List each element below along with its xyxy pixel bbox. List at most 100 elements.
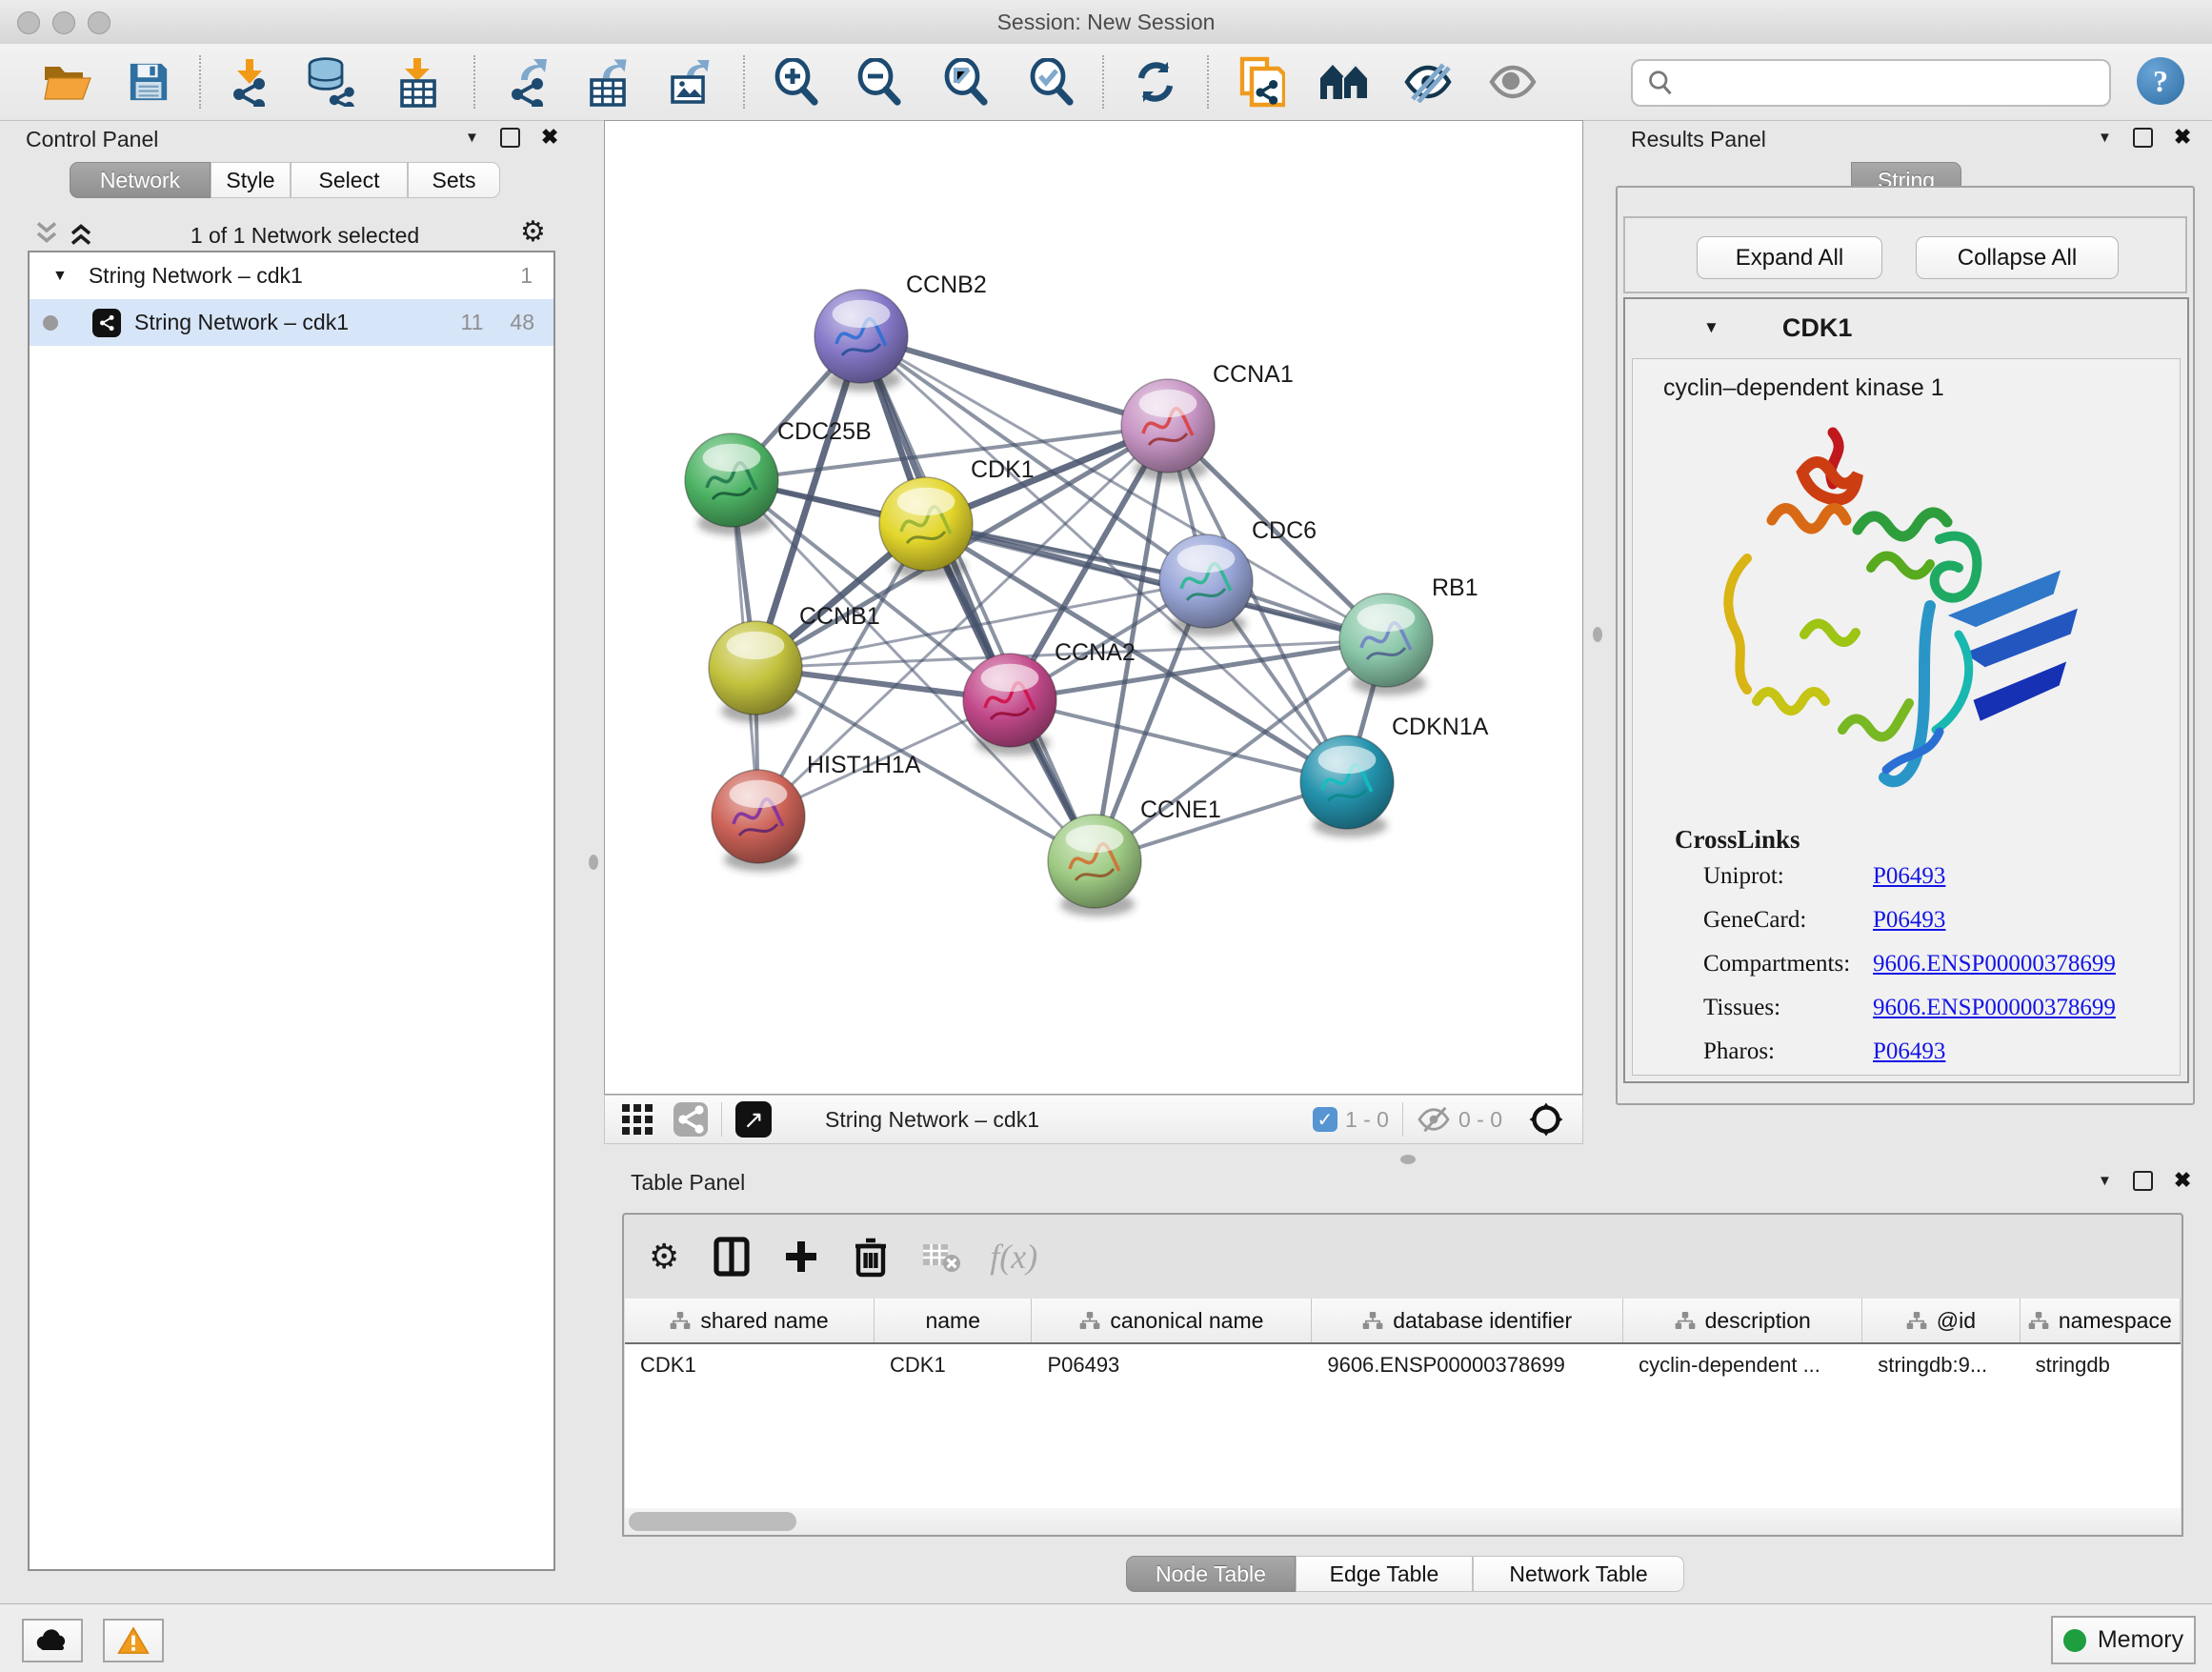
tab-network[interactable]: Network	[70, 162, 211, 198]
collapse-triangle-icon[interactable]: ▼	[52, 268, 68, 285]
column-label: @id	[1937, 1308, 1976, 1334]
eye-slash-icon	[1403, 61, 1453, 103]
table-cell[interactable]: 9606.ENSP00000378699	[1312, 1353, 1623, 1378]
node-HIST1H1A[interactable]: HIST1H1A	[712, 752, 921, 872]
crosslink-row: GeneCard:P06493	[1633, 898, 2180, 942]
table-cell[interactable]: cyclin-dependent ...	[1623, 1353, 1862, 1378]
protein-name: CDK1	[1782, 313, 1853, 343]
crosslink-value-link[interactable]: P06493	[1873, 907, 1945, 934]
column-header-canonical-name[interactable]: canonical name	[1032, 1299, 1312, 1342]
collapse-all-tree-button[interactable]	[32, 219, 61, 248]
grid-view-icon[interactable]	[620, 1102, 654, 1137]
help-button[interactable]: ?	[2137, 57, 2184, 105]
zoom-in-icon	[774, 58, 819, 106]
right-splitter-handle[interactable]	[1593, 627, 1602, 642]
network-collection-row[interactable]: ▼ String Network – cdk1 1	[30, 252, 553, 299]
panel-menu-icon[interactable]: ▼	[2098, 130, 2112, 146]
table-row[interactable]: CDK1CDK1P064939606.ENSP00000378699cyclin…	[625, 1344, 2181, 1386]
node-CDKN1A[interactable]: CDKN1A	[1300, 714, 1489, 837]
node-RB1[interactable]: RB1	[1339, 574, 1478, 695]
tab-node-table[interactable]: Node Table	[1126, 1556, 1296, 1592]
copy-network-button[interactable]	[1228, 50, 1295, 113]
warnings-button[interactable]	[103, 1619, 164, 1662]
import-network-file-button[interactable]	[216, 50, 283, 113]
zoom-fit-icon	[943, 58, 989, 106]
import-network-database-button[interactable]	[298, 50, 365, 113]
network-options-gear-icon[interactable]: ⚙	[520, 215, 546, 249]
show-all-button[interactable]	[1479, 50, 1546, 113]
open-session-button[interactable]	[34, 50, 101, 113]
scrollbar-thumb[interactable]	[629, 1512, 796, 1531]
tab-edge-table[interactable]: Edge Table	[1296, 1556, 1473, 1592]
network-canvas[interactable]: CCNB2CCNA1CDC25BCDK1CDC6RB1CCNB1CCNA2CDK…	[604, 120, 1583, 1095]
delete-table-icon[interactable]	[921, 1240, 961, 1273]
export-table-button[interactable]	[576, 50, 643, 113]
show-columns-icon[interactable]	[714, 1237, 750, 1277]
edge-CCNB2-CCNA1[interactable]	[861, 336, 1168, 426]
left-splitter-handle[interactable]	[589, 855, 598, 870]
collapse-triangle-icon[interactable]: ▼	[1703, 318, 1719, 337]
network-row-selected[interactable]: String Network – cdk1 11 48	[30, 299, 553, 346]
export-image-button[interactable]	[658, 50, 725, 113]
birdseye-toggle-icon[interactable]	[1527, 1100, 1565, 1138]
close-panel-icon[interactable]: ✖	[541, 125, 558, 150]
table-settings-gear-icon[interactable]: ⚙	[649, 1237, 679, 1277]
collapse-all-button[interactable]: Collapse All	[1916, 236, 2119, 279]
memory-button[interactable]: Memory	[2051, 1616, 2196, 1664]
table-cell[interactable]: stringdb:9...	[1862, 1353, 2020, 1378]
panel-menu-icon[interactable]: ▼	[465, 130, 479, 146]
add-column-icon[interactable]	[782, 1238, 820, 1276]
open-view-icon[interactable]: ↗	[735, 1101, 772, 1138]
float-panel-icon[interactable]	[2133, 128, 2153, 148]
column-header-database-identifier[interactable]: database identifier	[1312, 1299, 1623, 1342]
cloud-button[interactable]	[22, 1619, 83, 1662]
crosslink-label: Tissues:	[1703, 995, 1873, 1021]
float-panel-icon[interactable]	[2133, 1171, 2153, 1191]
bottom-splitter-handle[interactable]	[1400, 1155, 1416, 1164]
close-panel-icon[interactable]: ✖	[2174, 125, 2191, 150]
share-view-icon[interactable]	[674, 1102, 708, 1137]
column-header-namespace[interactable]: namespace	[2021, 1299, 2181, 1342]
zoom-fit-button[interactable]	[933, 50, 999, 113]
column-header-@id[interactable]: @id	[1862, 1299, 2020, 1342]
panel-menu-icon[interactable]: ▼	[2098, 1173, 2112, 1189]
crosslink-value-link[interactable]: 9606.ENSP00000378699	[1873, 951, 2116, 977]
column-header-name[interactable]: name	[875, 1299, 1032, 1342]
expand-all-tree-button[interactable]	[67, 219, 95, 248]
table-cell[interactable]: P06493	[1032, 1353, 1312, 1378]
zoom-selected-button[interactable]	[1018, 50, 1085, 113]
tab-style[interactable]: Style	[211, 162, 291, 198]
expand-all-button[interactable]: Expand All	[1697, 236, 1882, 279]
table-cell[interactable]: CDK1	[875, 1353, 1032, 1378]
zoom-out-button[interactable]	[846, 50, 913, 113]
horizontal-scrollbar[interactable]	[625, 1508, 2181, 1535]
network-tree: ▼ String Network – cdk1 1 String Network…	[28, 251, 555, 1571]
table-cell[interactable]: stringdb	[2021, 1353, 2181, 1378]
column-header-description[interactable]: description	[1623, 1299, 1862, 1342]
float-panel-icon[interactable]	[500, 128, 520, 148]
search-input[interactable]	[1684, 70, 2109, 96]
tab-sets[interactable]: Sets	[408, 162, 500, 198]
crosslink-value-link[interactable]: P06493	[1873, 863, 1945, 890]
tab-network-table[interactable]: Network Table	[1473, 1556, 1684, 1592]
network-graph[interactable]: CCNB2CCNA1CDC25BCDK1CDC6RB1CCNB1CCNA2CDK…	[605, 121, 1582, 1094]
table-cell[interactable]: CDK1	[625, 1353, 875, 1378]
column-header-shared-name[interactable]: shared name	[625, 1299, 875, 1342]
refresh-layout-button[interactable]	[1122, 50, 1189, 113]
export-network-button[interactable]	[496, 50, 563, 113]
hide-unselected-button[interactable]	[1395, 50, 1461, 113]
edge-CCNB2-CCNE1[interactable]	[861, 336, 1095, 861]
save-session-button[interactable]	[115, 50, 182, 113]
delete-column-trash-icon[interactable]	[853, 1236, 889, 1278]
tab-select[interactable]: Select	[291, 162, 408, 198]
function-builder-icon[interactable]: f(x)	[990, 1237, 1037, 1277]
selected-checkbox-icon[interactable]: ✓	[1313, 1107, 1337, 1132]
zoom-in-button[interactable]	[763, 50, 830, 113]
close-panel-icon[interactable]: ✖	[2174, 1168, 2191, 1193]
crosslink-value-link[interactable]: 9606.ENSP00000378699	[1873, 995, 2116, 1021]
protein-card-header[interactable]: ▼ CDK1	[1625, 299, 2187, 356]
import-table-button[interactable]	[384, 50, 451, 113]
string-home-button[interactable]	[1312, 50, 1378, 113]
crosslink-value-link[interactable]: P06493	[1873, 1038, 1945, 1065]
hidden-count: 0 - 0	[1458, 1107, 1502, 1133]
